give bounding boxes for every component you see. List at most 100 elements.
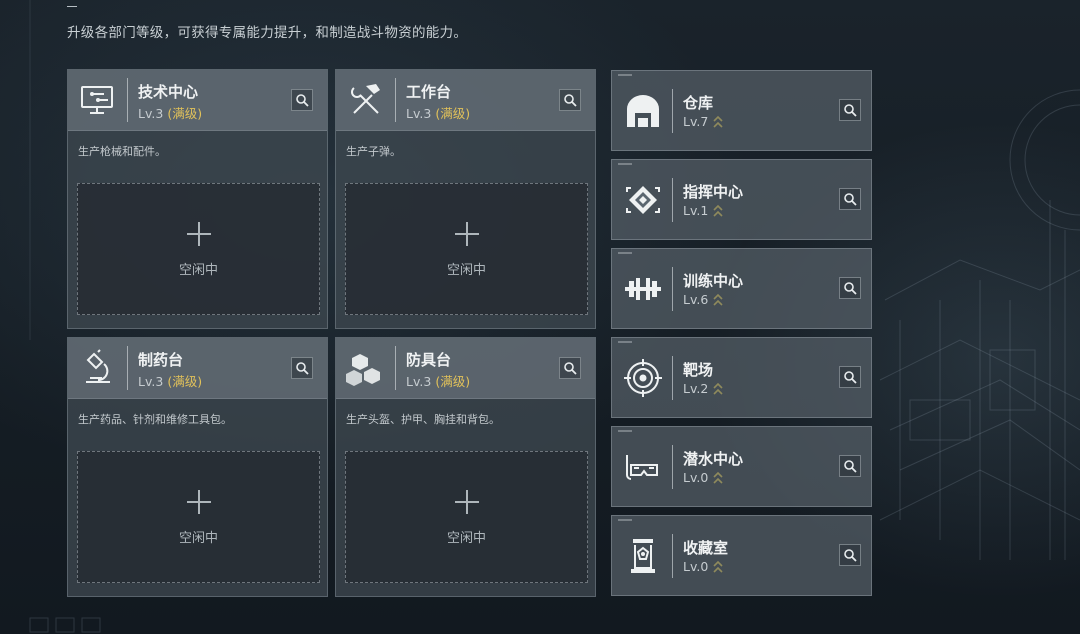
building-level: Lv.6 bbox=[683, 292, 723, 307]
facility-card-header: 工作台 Lv.3 (满级) bbox=[336, 70, 595, 131]
magnifier-icon bbox=[564, 362, 577, 375]
building-name: 潜水中心 bbox=[683, 450, 744, 468]
inspect-button[interactable] bbox=[559, 89, 581, 111]
max-level-badge: (满级) bbox=[167, 106, 203, 121]
facility-level: Lv.3 (满级) bbox=[138, 374, 203, 389]
magnifier-icon bbox=[844, 549, 857, 562]
building-card-command-center[interactable]: 指挥中心 Lv.1 bbox=[611, 159, 872, 240]
upgrade-chevron-icon bbox=[713, 382, 723, 395]
facility-card-pharmacy[interactable]: 制药台 Lv.3 (满级) 生产药品、针剂和维修工具包。 空闲中 bbox=[67, 337, 328, 597]
inspect-button[interactable] bbox=[839, 455, 861, 477]
target-icon bbox=[624, 359, 662, 397]
upgrade-chevron-icon bbox=[713, 293, 723, 306]
header-divider bbox=[672, 534, 673, 578]
inspect-button[interactable] bbox=[839, 366, 861, 388]
magnifier-icon bbox=[844, 371, 857, 384]
facility-card-armor-bench[interactable]: 防具台 Lv.3 (满级) 生产头盔、护甲、胸挂和背包。 空闲中 bbox=[335, 337, 596, 597]
facility-description: 生产子弹。 bbox=[346, 145, 401, 158]
inspect-button[interactable] bbox=[839, 188, 861, 210]
production-slot[interactable]: 空闲中 bbox=[77, 183, 320, 315]
magnifier-icon bbox=[844, 282, 857, 295]
card-corner-mark bbox=[618, 341, 632, 343]
computer-icon bbox=[81, 86, 113, 114]
building-card-training-center[interactable]: 训练中心 Lv.6 bbox=[611, 248, 872, 329]
header-divider bbox=[672, 356, 673, 400]
building-level: Lv.0 bbox=[683, 559, 723, 574]
inspect-button[interactable] bbox=[559, 357, 581, 379]
facility-card-workbench[interactable]: 工作台 Lv.3 (满级) 生产子弹。 空闲中 bbox=[335, 69, 596, 329]
magnifier-icon bbox=[564, 94, 577, 107]
production-slot[interactable]: 空闲中 bbox=[77, 451, 320, 583]
facility-name: 防具台 bbox=[406, 351, 452, 369]
cubes-icon bbox=[346, 354, 380, 386]
display-case-icon bbox=[631, 539, 655, 573]
slot-status: 空闲中 bbox=[446, 531, 486, 546]
header-divider bbox=[672, 89, 673, 133]
inspect-button[interactable] bbox=[291, 89, 313, 111]
header-divider bbox=[127, 78, 128, 122]
facility-level: Lv.3 (满级) bbox=[138, 106, 203, 121]
facility-description: 生产头盔、护甲、胸挂和背包。 bbox=[346, 413, 500, 426]
building-name: 靶场 bbox=[683, 361, 714, 379]
slot-status: 空闲中 bbox=[446, 263, 486, 278]
inspect-button[interactable] bbox=[839, 277, 861, 299]
facility-card-header: 技术中心 Lv.3 (满级) bbox=[68, 70, 327, 131]
inspect-button[interactable] bbox=[291, 357, 313, 379]
plus-icon bbox=[187, 490, 211, 514]
command-chip-icon bbox=[626, 186, 660, 214]
slot-status: 空闲中 bbox=[178, 531, 218, 546]
building-card-collection-room[interactable]: 收藏室 Lv.0 bbox=[611, 515, 872, 596]
max-level-badge: (满级) bbox=[435, 106, 471, 121]
building-level: Lv.7 bbox=[683, 114, 723, 129]
max-level-badge: (满级) bbox=[167, 374, 203, 389]
facility-name: 工作台 bbox=[406, 83, 452, 101]
plus-icon bbox=[187, 222, 211, 246]
production-slot[interactable]: 空闲中 bbox=[345, 451, 588, 583]
header-divider bbox=[395, 346, 396, 390]
plus-icon bbox=[455, 222, 479, 246]
building-level: Lv.0 bbox=[683, 470, 723, 485]
building-card-warehouse[interactable]: 仓库 Lv.7 bbox=[611, 70, 872, 151]
card-corner-mark bbox=[618, 163, 632, 165]
magnifier-icon bbox=[844, 104, 857, 117]
building-card-shooting-range[interactable]: 靶场 Lv.2 bbox=[611, 337, 872, 418]
building-level: Lv.1 bbox=[683, 203, 723, 218]
facility-card-header: 制药台 Lv.3 (满级) bbox=[68, 338, 327, 399]
production-slot[interactable]: 空闲中 bbox=[345, 183, 588, 315]
building-card-diving-center[interactable]: 潜水中心 Lv.0 bbox=[611, 426, 872, 507]
card-corner-mark bbox=[618, 252, 632, 254]
card-corner-mark bbox=[618, 74, 632, 76]
header-divider bbox=[672, 178, 673, 222]
inspect-button[interactable] bbox=[839, 544, 861, 566]
magnifier-icon bbox=[296, 94, 309, 107]
building-name: 指挥中心 bbox=[683, 183, 744, 201]
facility-description: 生产枪械和配件。 bbox=[78, 145, 166, 158]
dumbbell-icon bbox=[625, 278, 661, 300]
header-divider bbox=[672, 445, 673, 489]
facility-level: Lv.3 (满级) bbox=[406, 106, 471, 121]
building-name: 收藏室 bbox=[683, 539, 729, 557]
page-subtitle: 升级各部门等级，可获得专属能力提升，和制造战斗物资的能力。 bbox=[67, 25, 468, 41]
plus-icon bbox=[455, 490, 479, 514]
upgrade-chevron-icon bbox=[713, 471, 723, 484]
header-divider bbox=[395, 78, 396, 122]
magnifier-icon bbox=[296, 362, 309, 375]
diving-mask-icon bbox=[626, 455, 658, 480]
facility-card-tech-center[interactable]: 技术中心 Lv.3 (满级) 生产枪械和配件。 空闲中 bbox=[67, 69, 328, 329]
header-divider bbox=[127, 346, 128, 390]
magnifier-icon bbox=[844, 460, 857, 473]
building-name: 训练中心 bbox=[683, 272, 744, 290]
max-level-badge: (满级) bbox=[435, 374, 471, 389]
facility-name: 技术中心 bbox=[138, 83, 199, 101]
facility-description: 生产药品、针剂和维修工具包。 bbox=[78, 413, 232, 426]
header-rule bbox=[67, 6, 77, 7]
microscope-icon bbox=[86, 349, 110, 383]
upgrade-chevron-icon bbox=[713, 204, 723, 217]
inspect-button[interactable] bbox=[839, 99, 861, 121]
facility-card-header: 防具台 Lv.3 (满级) bbox=[336, 338, 595, 399]
building-level: Lv.2 bbox=[683, 381, 723, 396]
upgrade-chevron-icon bbox=[713, 115, 723, 128]
header-divider bbox=[672, 267, 673, 311]
slot-status: 空闲中 bbox=[178, 263, 218, 278]
building-name: 仓库 bbox=[683, 94, 714, 112]
